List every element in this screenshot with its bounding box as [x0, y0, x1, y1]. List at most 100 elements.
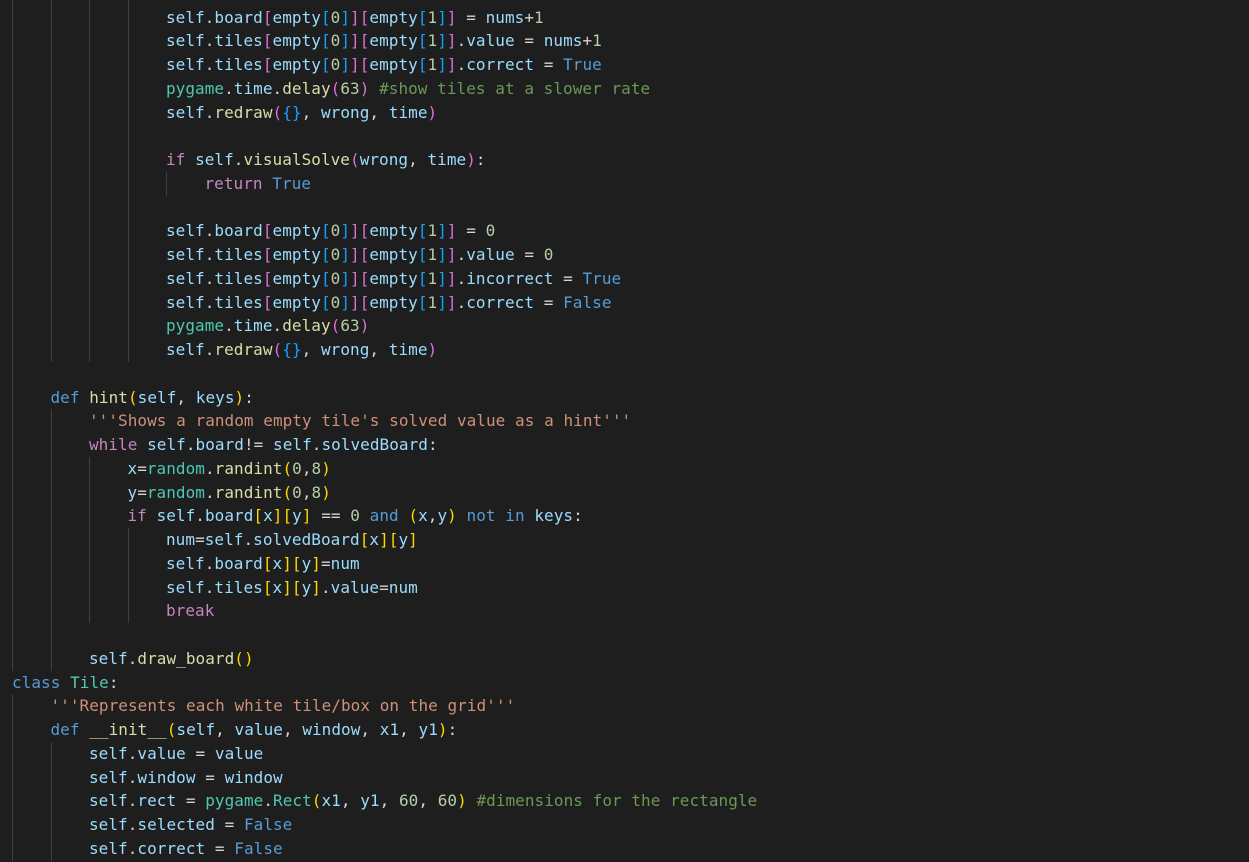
code-line[interactable]: y=random.randint(0,8)	[128, 481, 331, 505]
comment-token: #show tiles at a slower rate	[379, 78, 651, 98]
variable-token: self	[147, 435, 186, 454]
bracket-token: [	[417, 55, 428, 74]
code-token: ,	[369, 102, 389, 122]
bracket-token: ]	[437, 268, 447, 288]
code-line[interactable]: '''Represents each white tile/box on the…	[51, 694, 516, 718]
bracket-token: [	[320, 268, 331, 288]
variable-token: window	[137, 767, 196, 787]
bracket-token: (	[408, 506, 419, 526]
code-line[interactable]: pygame.time.delay(63) #show tiles at a s…	[166, 77, 650, 101]
code-line[interactable]: def hint(self, keys):	[51, 386, 254, 410]
class-name-token: random	[146, 458, 205, 478]
code-lines[interactable]: self.board[empty[0]][empty[1]] = nums+1 s…	[0, 0, 1249, 862]
bracket-token: [	[417, 245, 428, 264]
code-editor[interactable]: self.board[empty[0]][empty[1]] = nums+1 s…	[0, 0, 1249, 862]
code-line[interactable]: self.tiles[empty[0]][empty[1]].value = n…	[166, 29, 602, 53]
control-keyword-token: break	[166, 601, 215, 621]
code-token: :	[475, 150, 486, 169]
code-line[interactable]: self.tiles[empty[0]][empty[1]].correct =…	[166, 291, 612, 315]
bracket-token: )	[447, 506, 457, 526]
code-line[interactable]: self.draw_board()	[89, 647, 254, 671]
keyword-token: True	[563, 55, 602, 74]
variable-token: self	[89, 648, 128, 668]
keyword-token: def	[50, 387, 80, 407]
code-line[interactable]: self.tiles[empty[0]][empty[1]].correct =…	[166, 53, 602, 77]
code-line[interactable]: x=random.randint(0,8)	[128, 457, 331, 481]
number-token: 0	[330, 31, 341, 51]
code-token: +	[582, 31, 593, 51]
code-token: .	[204, 245, 215, 264]
variable-token: empty	[272, 55, 321, 74]
bracket-token: {}	[282, 102, 302, 122]
code-line[interactable]: '''Shows a random empty tile's solved va…	[89, 409, 631, 433]
code-line[interactable]: def __init__(self, value, window, x1, y1…	[51, 718, 458, 742]
code-line[interactable]: self.tiles[empty[0]][empty[1]].value = 0	[166, 243, 553, 267]
code-line[interactable]: if self.visualSolve(wrong, time):	[166, 148, 486, 172]
code-line[interactable]: self.window = window	[89, 766, 283, 790]
code-token: .	[127, 767, 138, 787]
code-token: .	[127, 791, 138, 811]
number-token: 0	[330, 55, 341, 74]
bracket-token: ]	[437, 292, 447, 312]
variable-token: self	[166, 553, 205, 573]
bracket-token: ]	[437, 7, 447, 27]
code-line[interactable]: class Tile:	[12, 671, 119, 695]
code-line[interactable]: self.rect = pygame.Rect(x1, y1, 60, 60) …	[89, 789, 757, 813]
bracket-token: [	[253, 506, 264, 526]
code-line[interactable]: if self.board[x][y] == 0 and (x,y) not i…	[128, 504, 583, 528]
code-token: .	[456, 268, 467, 288]
code-line[interactable]: return True	[205, 172, 312, 196]
string-token: '''Represents each white tile/box on the…	[50, 696, 516, 716]
bracket-token: ]	[350, 292, 360, 312]
code-token: =	[176, 791, 206, 811]
code-line[interactable]: pygame.time.delay(63)	[166, 314, 369, 338]
variable-token: empty	[369, 245, 418, 264]
code-line[interactable]: self.board[empty[0]][empty[1]] = nums+1	[166, 6, 544, 30]
bracket-token: )	[359, 78, 370, 98]
code-token: .	[195, 506, 205, 526]
code-line[interactable]: self.correct = False	[89, 837, 283, 861]
number-token: 0	[330, 292, 341, 312]
bracket-token: ]	[437, 55, 447, 74]
variable-token: time	[233, 316, 273, 336]
bracket-token: [	[417, 31, 428, 51]
code-line[interactable]: self.tiles[x][y].value=num	[166, 576, 418, 600]
code-token: ,	[301, 458, 312, 478]
bracket-token: [	[320, 221, 331, 241]
keyword-token: class	[12, 672, 61, 692]
number-token: 0	[330, 245, 341, 264]
code-line[interactable]: self.value = value	[89, 742, 263, 766]
bracket-token: [	[262, 245, 273, 264]
code-token: =	[534, 55, 564, 74]
variable-token: value	[466, 31, 515, 51]
variable-token: board	[204, 506, 254, 526]
variable-token: empty	[272, 7, 321, 27]
code-line[interactable]: self.selected = False	[89, 813, 292, 837]
code-line[interactable]: self.redraw({}, wrong, time)	[166, 101, 437, 125]
bracket-token: (	[330, 316, 341, 336]
code-line[interactable]: num=self.solvedBoard[x][y]	[166, 528, 418, 552]
bracket-token: (	[350, 150, 360, 169]
variable-token: y	[437, 506, 448, 526]
variable-token: empty	[369, 7, 418, 27]
code-line[interactable]: break	[166, 599, 214, 623]
number-token: 0	[330, 221, 341, 241]
bracket-token: (	[166, 720, 177, 739]
code-line[interactable]: self.board[empty[0]][empty[1]] = 0	[166, 219, 495, 243]
variable-token: self	[166, 577, 205, 597]
code-token: ,	[418, 791, 438, 811]
bracket-token: ]	[379, 530, 389, 549]
code-line[interactable]: self.tiles[empty[0]][empty[1]].incorrect…	[166, 267, 621, 291]
code-line[interactable]: while self.board!= self.solvedBoard:	[89, 433, 438, 457]
bracket-token: )	[427, 102, 438, 122]
code-token: .	[204, 577, 215, 597]
number-token: 1	[592, 31, 602, 51]
code-line[interactable]: self.redraw({}, wrong, time)	[166, 338, 437, 362]
code-line[interactable]: self.board[x][y]=num	[166, 552, 360, 576]
